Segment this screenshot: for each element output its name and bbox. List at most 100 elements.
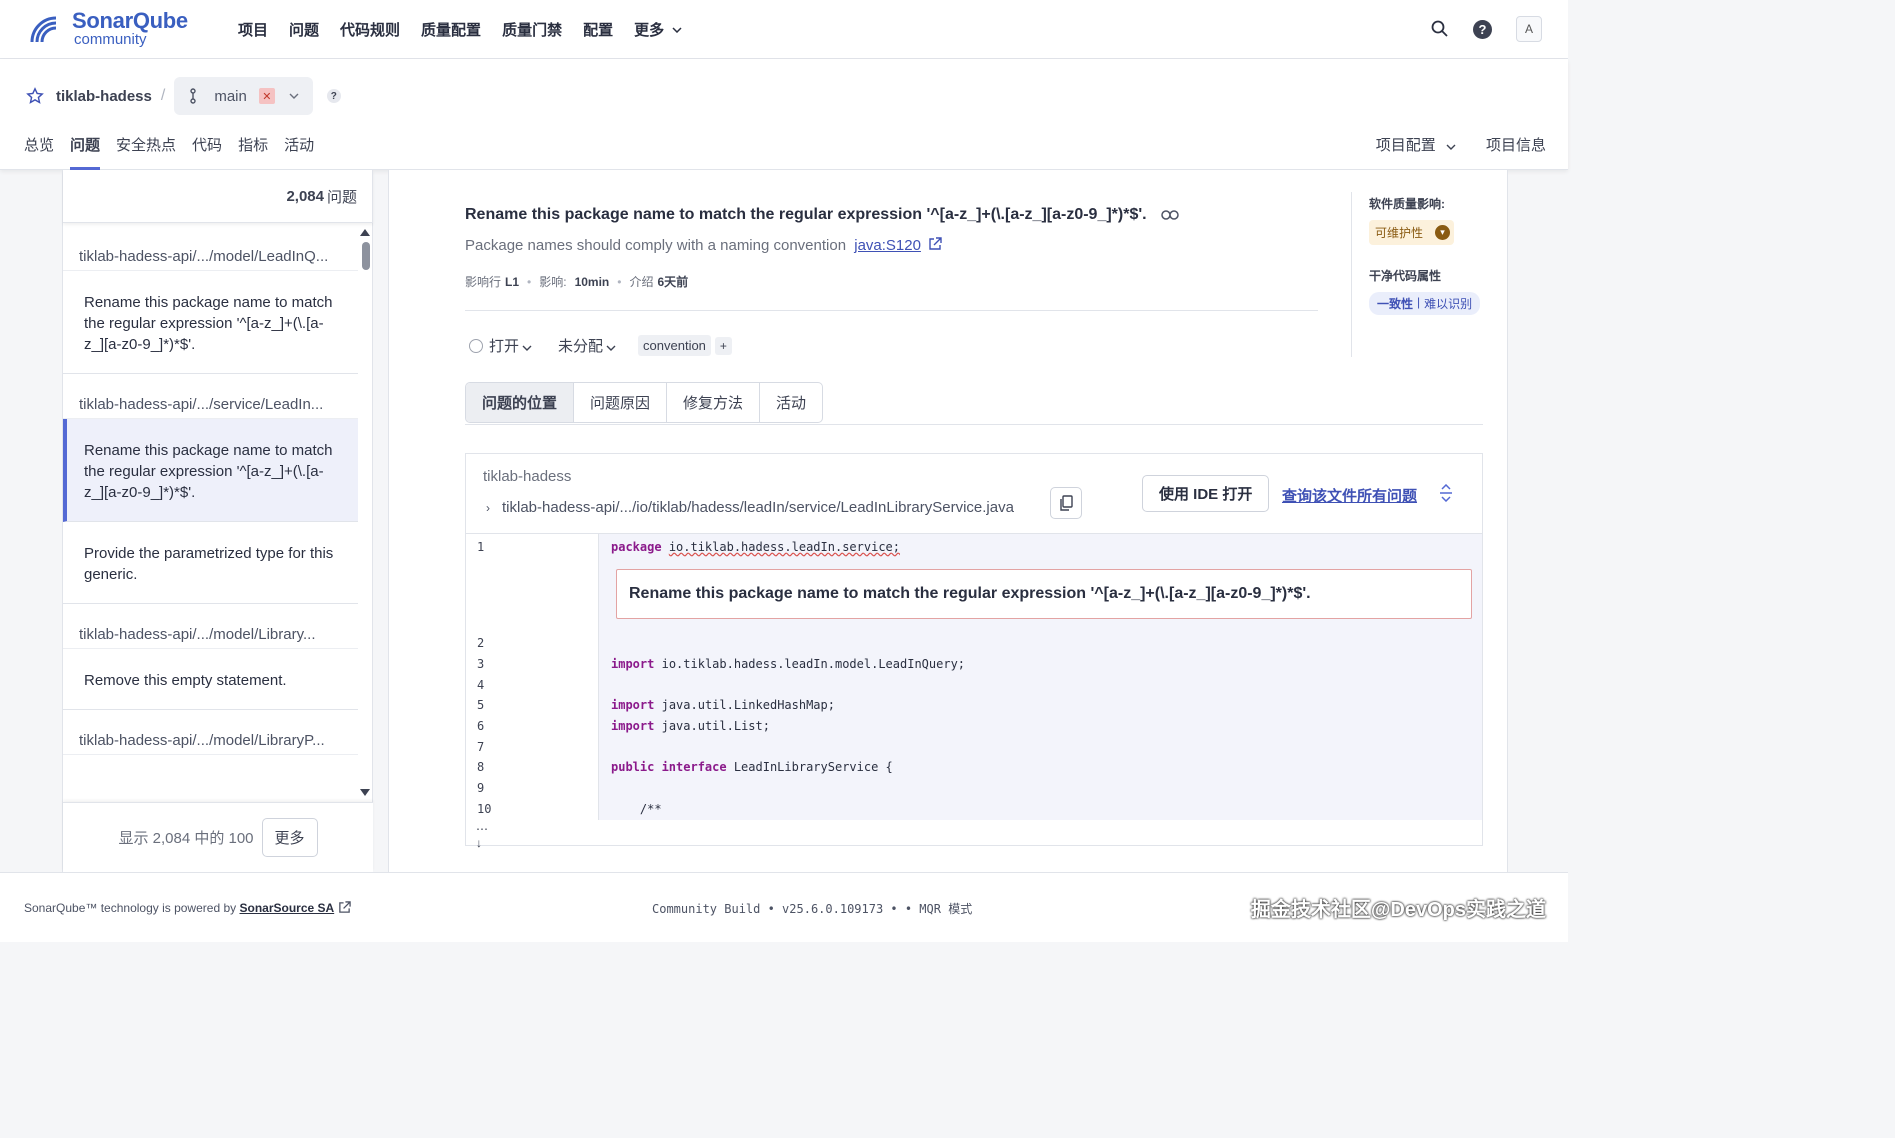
- line-number[interactable]: 4: [477, 678, 484, 692]
- project-header: tiklab-hadess / main ✕ ? 总览 问题 安全热点 代码 指…: [0, 59, 1568, 170]
- avatar[interactable]: A: [1516, 16, 1542, 42]
- list-item[interactable]: Remove this empty statement.: [63, 649, 358, 710]
- project-tabs: 总览 问题 安全热点 代码 指标 活动: [24, 134, 330, 170]
- tab-security-hotspots[interactable]: 安全热点: [116, 134, 176, 170]
- branch-selector[interactable]: main ✕: [174, 77, 313, 115]
- list-item[interactable]: Provide the parametrized type for this g…: [63, 522, 358, 604]
- meta-intro: 6天前: [657, 275, 689, 289]
- line-number[interactable]: 6: [477, 719, 484, 733]
- scroll-up-icon[interactable]: [360, 229, 370, 236]
- clean-code-attribute: 难以识别: [1424, 297, 1473, 311]
- project-name[interactable]: tiklab-hadess: [56, 88, 152, 105]
- line-number[interactable]: 8: [477, 760, 484, 774]
- issue-title: Rename this package name to match the re…: [465, 206, 1179, 224]
- nav-issues[interactable]: 问题: [289, 19, 319, 40]
- file-path-text: tiklab-hadess-api/.../io/tiklab/hadess/l…: [502, 499, 1014, 516]
- project-info-link[interactable]: 项目信息: [1486, 134, 1546, 155]
- issue-tag[interactable]: convention: [638, 335, 711, 356]
- list-item-selected[interactable]: Rename this package name to match the re…: [63, 419, 358, 522]
- code-line: import java.util.List;: [611, 719, 770, 733]
- line-gutter: [466, 534, 599, 820]
- assignee-dropdown[interactable]: 未分配: [558, 335, 616, 356]
- tab-activity[interactable]: 活动: [284, 134, 314, 170]
- open-in-ide-button[interactable]: 使用 IDE 打开: [1142, 475, 1270, 512]
- search-icon[interactable]: [1431, 20, 1449, 38]
- rule-description-text: Package names should comply with a namin…: [465, 237, 847, 254]
- code-file-path[interactable]: › tiklab-hadess-api/.../io/tiklab/hadess/…: [486, 499, 1014, 516]
- maintainability-badge[interactable]: 可维护性 ▾: [1369, 220, 1455, 245]
- breadcrumb-separator: /: [160, 87, 166, 104]
- nav-rules[interactable]: 代码规则: [340, 19, 400, 40]
- status-dropdown[interactable]: 打开: [489, 335, 532, 356]
- nav-administration[interactable]: 配置: [583, 19, 613, 40]
- scrollbar-thumb[interactable]: [362, 242, 370, 270]
- line-number[interactable]: 3: [477, 657, 484, 671]
- branch-name: main: [214, 87, 247, 105]
- footer-powered-by: SonarQube™ technology is powered by Sona…: [24, 901, 351, 915]
- rule-id: java:S120: [854, 237, 921, 254]
- code-lines: 1 package io.tiklab.hadess.leadIn.servic…: [466, 533, 1482, 820]
- meta-intro-label: 介绍: [629, 275, 654, 289]
- meta-line-label: 影响行: [465, 275, 502, 289]
- line-number[interactable]: 10: [477, 802, 491, 816]
- rule-link[interactable]: java:S120: [854, 237, 921, 254]
- issue-actions: 打开 未分配 convention +: [469, 335, 732, 356]
- brand-sub: community: [74, 30, 147, 48]
- tab-measures[interactable]: 指标: [238, 134, 268, 170]
- main-nav: 项目 问题 代码规则 质量配置 质量门禁 配置 更多: [238, 19, 703, 40]
- sonarsource-link[interactable]: SonarSource SA: [239, 901, 334, 915]
- line-number[interactable]: 7: [477, 740, 484, 754]
- nav-more[interactable]: 更多: [634, 19, 682, 40]
- issue-rule-description: Package names should comply with a namin…: [465, 237, 942, 254]
- add-tag-button[interactable]: +: [714, 336, 732, 355]
- meta-effort: 10min: [574, 274, 610, 289]
- meta-line: L1: [505, 274, 520, 289]
- code-text: java.util.LinkedHashMap;: [661, 698, 835, 712]
- load-more-button[interactable]: 更多: [261, 818, 318, 857]
- tab-code[interactable]: 代码: [192, 134, 222, 170]
- tab-issues[interactable]: 问题: [70, 134, 101, 170]
- issue-count-number: 2,084: [286, 187, 324, 205]
- issue-list-scrollbar[interactable]: [360, 226, 372, 796]
- clean-code-badge[interactable]: 一致性 | 难以识别: [1369, 292, 1481, 315]
- nav-projects[interactable]: 项目: [238, 19, 268, 40]
- line-number[interactable]: 5: [477, 698, 484, 712]
- list-item[interactable]: Rename this package name to match the re…: [63, 271, 358, 374]
- line-number[interactable]: 1: [477, 540, 484, 554]
- nav-quality-profiles[interactable]: 质量配置: [421, 19, 481, 40]
- branch-status-failed-icon: ✕: [258, 88, 275, 104]
- link-icon[interactable]: [1160, 209, 1179, 221]
- project-settings-menu[interactable]: 项目配置: [1376, 134, 1456, 155]
- project-settings-label: 项目配置: [1375, 137, 1436, 154]
- show-all-file-issues-link[interactable]: 查询该文件所有问题: [1282, 485, 1417, 506]
- help-icon[interactable]: ?: [1473, 19, 1492, 39]
- code-line: /**: [611, 802, 662, 816]
- nav-quality-gates[interactable]: 质量门禁: [502, 19, 562, 40]
- line-number[interactable]: 9: [477, 781, 484, 795]
- scroll-down-icon[interactable]: [360, 789, 370, 796]
- tab-where-is-issue[interactable]: 问题的位置: [466, 383, 575, 422]
- tab-overview[interactable]: 总览: [24, 134, 54, 170]
- sonarqube-logo[interactable]: SonarQube community: [28, 8, 188, 48]
- code-line: import io.tiklab.hadess.leadIn.model.Lea…: [611, 657, 965, 671]
- expand-below-icon[interactable]: ⋯ ↓: [476, 822, 488, 850]
- star-icon[interactable]: [26, 87, 44, 105]
- code-text: io.tiklab.hadess.leadIn.model.LeadInQuer…: [661, 657, 966, 671]
- expand-icon[interactable]: [1439, 484, 1453, 502]
- status-radio-icon[interactable]: [469, 338, 483, 353]
- branch-help-icon[interactable]: ?: [326, 89, 341, 103]
- tab-why-is-issue[interactable]: 问题原因: [574, 383, 668, 422]
- copy-path-button[interactable]: [1050, 487, 1082, 519]
- clean-code-label: 干净代码属性: [1369, 269, 1442, 283]
- top-navbar: SonarQube community 项目 问题 代码规则 质量配置 质量门禁…: [0, 0, 1568, 59]
- issue-message-box: Rename this package name to match the re…: [616, 569, 1472, 619]
- tab-how-to-fix[interactable]: 修复方法: [667, 383, 761, 422]
- code-keyword: import: [611, 698, 655, 712]
- issue-list: tiklab-hadess-api/.../model/LeadInQ... R…: [63, 226, 358, 802]
- tab-issue-activity[interactable]: 活动: [760, 383, 822, 422]
- line-number[interactable]: 2: [477, 636, 484, 650]
- brand-name: SonarQube: [72, 7, 188, 33]
- divider: [465, 310, 1318, 311]
- code-keyword: import: [611, 719, 655, 733]
- issue-title-text: Rename this package name to match the re…: [465, 206, 1147, 223]
